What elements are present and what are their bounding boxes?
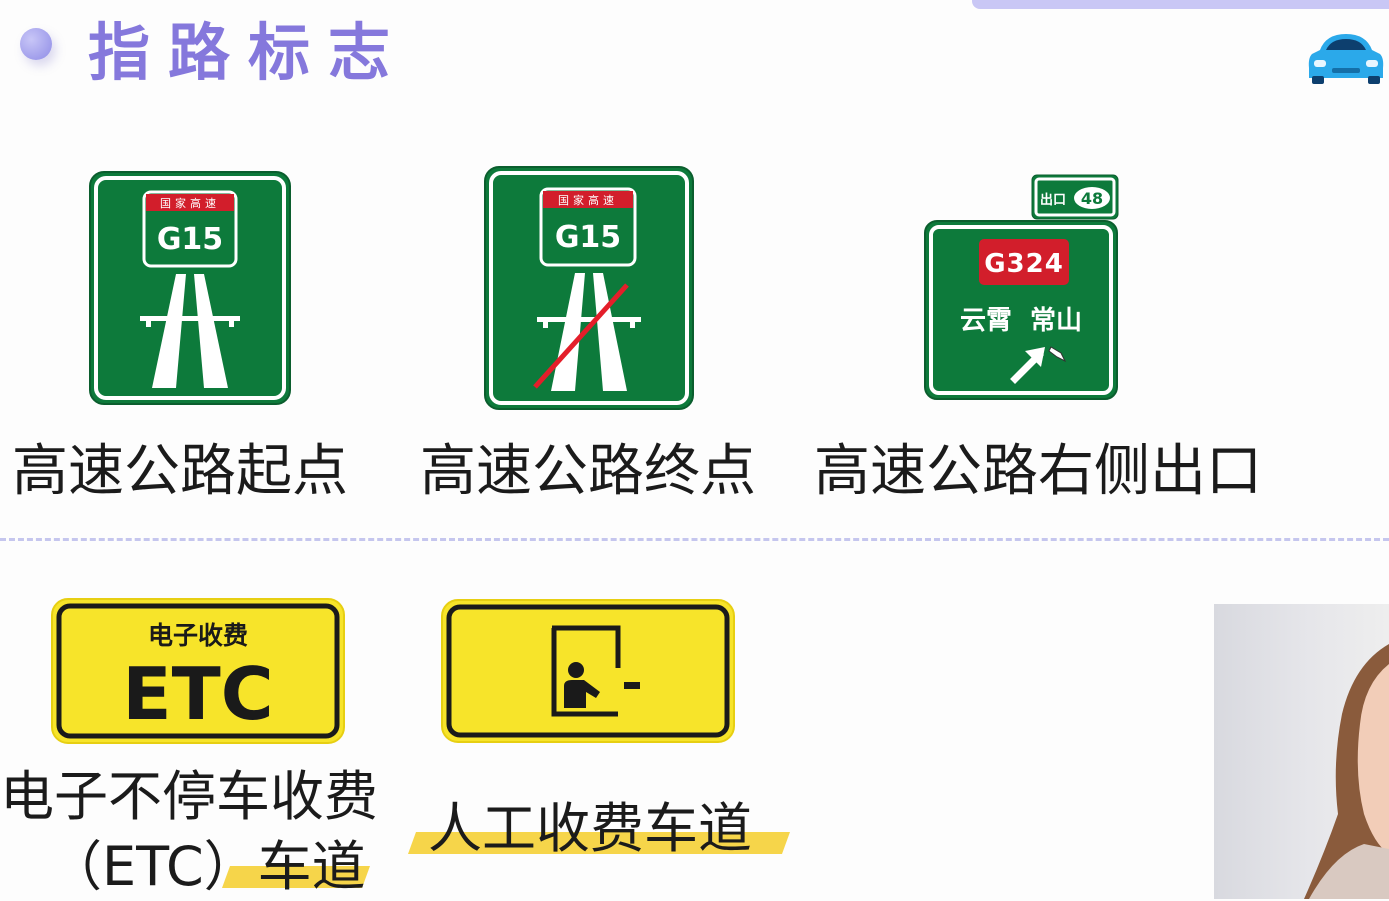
- car-icon: [1308, 34, 1384, 84]
- destination-names: 云霄 常山: [960, 306, 1082, 336]
- sign-caption-exit: 高速公路右侧出口: [814, 439, 1262, 504]
- exit-number: 48: [1081, 189, 1103, 208]
- sign-caption-manual: 人工收费车道: [428, 797, 752, 860]
- exit-number-tab: 出口 48: [1031, 174, 1119, 220]
- etc-lane-sign: 电子收费 ETC: [51, 598, 345, 744]
- etc-main-text: ETC: [122, 652, 273, 736]
- top-accent-bar: [972, 0, 1389, 9]
- exit-label: 出口: [1040, 192, 1066, 208]
- shield-top-text: 国家高速: [558, 193, 618, 207]
- route-number: G324: [984, 249, 1064, 279]
- expressway-end-sign: 国家高速 G15: [484, 166, 694, 410]
- route-number: G15: [555, 220, 621, 255]
- sign-caption-end: 高速公路终点: [420, 439, 756, 504]
- title-bullet-icon: [20, 28, 52, 60]
- expressway-start-sign: 国家高速 G15: [89, 171, 291, 405]
- route-number: G15: [157, 222, 223, 257]
- shield-top-text: 国家高速: [160, 196, 220, 210]
- manual-toll-lane-sign: [441, 599, 735, 743]
- presenter-video: [1214, 604, 1389, 899]
- sign-caption-etc-line1: 电子不停车收费: [0, 765, 378, 828]
- etc-top-text: 电子收费: [148, 621, 248, 650]
- sign-caption-start: 高速公路起点: [12, 439, 348, 504]
- exit-direction-sign: G324 云霄 常山: [924, 220, 1118, 400]
- presenter-silhouette: [1304, 644, 1389, 899]
- page-title: 指路标志: [88, 16, 409, 89]
- sign-caption-etc-line2: （ETC）车道: [48, 835, 366, 898]
- section-divider: [0, 538, 1389, 541]
